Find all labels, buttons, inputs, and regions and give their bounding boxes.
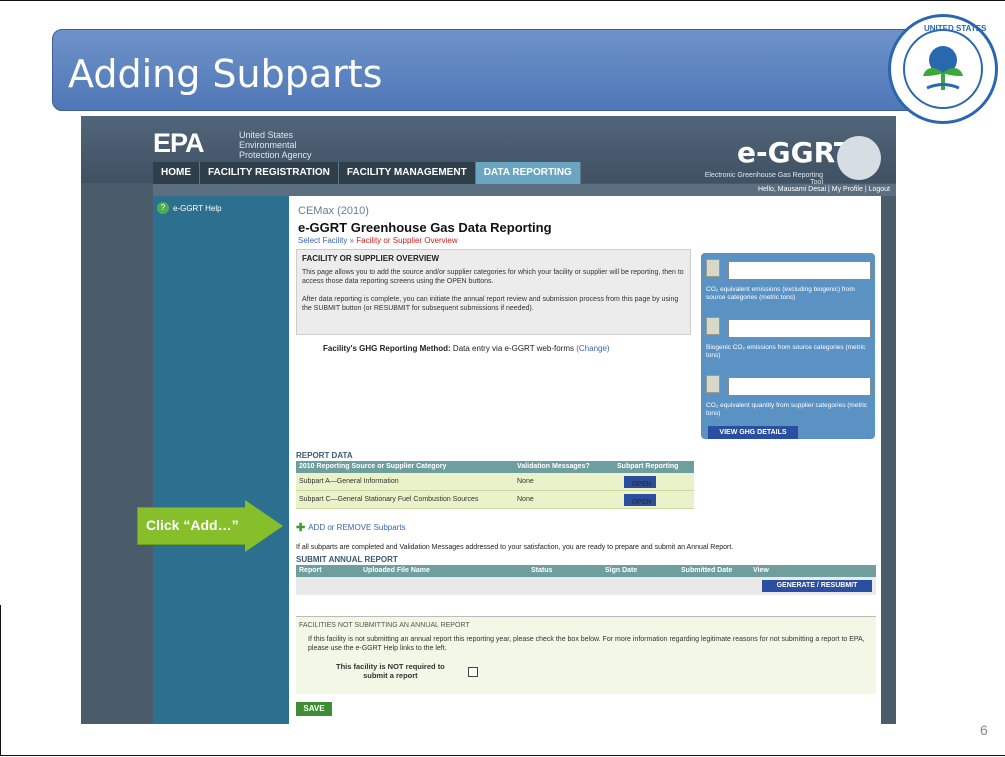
- emission-value-field: [728, 319, 871, 338]
- column-header: Status: [531, 567, 553, 574]
- calculator-icon: [706, 375, 720, 393]
- reporting-method: Facility's GHG Reporting Method: Data en…: [323, 344, 610, 353]
- nav-facility-registration[interactable]: FACILITY REGISTRATION: [200, 162, 339, 184]
- eggrt-logo: e-GGRT: [737, 136, 853, 169]
- eggrt-globe-icon: [837, 136, 881, 180]
- help-label: e-GGRT Help: [173, 203, 222, 213]
- breadcrumb-select-facility[interactable]: Select Facility: [298, 236, 347, 245]
- submit-annual-report-label: SUBMIT ANNUAL REPORT: [296, 555, 398, 564]
- slide-title: Adding Subparts: [68, 52, 383, 96]
- overview-paragraph-2: After data reporting is complete, you ca…: [302, 296, 679, 312]
- method-label: Facility's GHG Reporting Method:: [323, 344, 451, 353]
- report-table-header: 2010 Reporting Source or Supplier Catego…: [296, 461, 694, 473]
- column-header: View: [753, 567, 769, 574]
- emissions-panel: CO₂ equivalent emissions (excluding biog…: [701, 253, 875, 439]
- add-remove-label: ADD or REMOVE Subparts: [308, 523, 406, 532]
- epa-flower-icon: [907, 33, 979, 105]
- breadcrumb-overview: Facility or Supplier Overview: [356, 236, 458, 245]
- emission-label: CO₂ equivalent quantity from supplier ca…: [706, 402, 868, 417]
- emission-label: Biogenic CO₂ emissions from source categ…: [706, 344, 866, 359]
- nav-data-reporting[interactable]: DATA REPORTING: [475, 162, 581, 184]
- add-remove-subparts-link[interactable]: ✚ ADD or REMOVE Subparts: [296, 521, 406, 534]
- emission-value-field: [728, 261, 871, 280]
- column-header: Uploaded File Name: [363, 567, 430, 574]
- save-button[interactable]: SAVE: [296, 702, 332, 716]
- epa-logo[interactable]: EPA: [153, 128, 205, 159]
- report-data-label: REPORT DATA: [296, 451, 353, 460]
- user-links[interactable]: Hello, Mausami Desai | My Profile | Logo…: [758, 184, 890, 196]
- column-header: Subpart Reporting: [617, 463, 679, 470]
- facilities-text: If this facility is not submitting an an…: [308, 636, 865, 652]
- slide-frame-left: [0, 605, 1, 755]
- method-change-link[interactable]: (Change): [576, 344, 609, 353]
- epa-seal-icon: UNITED STATES: [888, 14, 998, 124]
- not-required-label: This facility is NOT required to submit …: [336, 662, 445, 680]
- seal-text-top: UNITED STATES: [924, 24, 987, 33]
- facilities-title: FACILITIES NOT SUBMITTING AN ANNUAL REPO…: [299, 622, 470, 629]
- table-row: GENERATE / RESUBMIT: [296, 577, 876, 595]
- page-title: e-GGRT Greenhouse Gas Data Reporting: [298, 220, 552, 235]
- overview-paragraph-1: This page allows you to add the source a…: [302, 269, 684, 285]
- facility-name: CEMax (2010): [298, 205, 369, 217]
- nav-facility-management[interactable]: FACILITY MANAGEMENT: [338, 162, 476, 184]
- sidebar: ? e-GGRT Help: [153, 196, 289, 724]
- category-cell: Subpart C—General Stationary Fuel Combus…: [299, 496, 479, 503]
- callout-text: Click “Add…”: [146, 517, 239, 533]
- slide-number: 6: [980, 722, 988, 738]
- validation-cell: None: [517, 478, 534, 485]
- main-nav: HOME FACILITY REGISTRATION FACILITY MANA…: [153, 162, 581, 184]
- callout-arrow-icon: [245, 500, 283, 552]
- validation-cell: None: [517, 496, 534, 503]
- facilities-not-submitting-box: FACILITIES NOT SUBMITTING AN ANNUAL REPO…: [296, 616, 876, 694]
- column-header: Report: [299, 567, 322, 574]
- report-data-table: 2010 Reporting Source or Supplier Catego…: [296, 461, 694, 509]
- generate-resubmit-button[interactable]: GENERATE / RESUBMIT: [762, 580, 872, 592]
- subparts-message: If all subparts are completed and Valida…: [296, 544, 734, 551]
- method-value: Data entry via e-GGRT web-forms: [452, 344, 574, 353]
- column-header: Submitted Date: [681, 567, 733, 574]
- help-link[interactable]: ? e-GGRT Help: [157, 202, 222, 214]
- slide-frame-top: [0, 0, 1005, 1]
- breadcrumb-separator: »: [349, 236, 355, 245]
- nav-home[interactable]: HOME: [153, 162, 200, 184]
- column-header: 2010 Reporting Source or Supplier Catego…: [299, 463, 447, 470]
- table-row: Subpart A—General Information None OPEN: [296, 473, 694, 491]
- epa-logo-subtitle: United States Environmental Protection A…: [239, 130, 312, 160]
- plus-icon: ✚: [296, 522, 306, 534]
- submit-report-table: Report Uploaded File Name Status Sign Da…: [296, 565, 876, 595]
- overview-box: FACILITY OR SUPPLIER OVERVIEW This page …: [296, 249, 691, 335]
- open-button[interactable]: OPEN: [624, 494, 656, 506]
- view-ghg-details-button[interactable]: VIEW GHG DETAILS: [708, 426, 798, 439]
- category-cell: Subpart A—General Information: [299, 478, 399, 485]
- help-icon: ?: [157, 202, 169, 214]
- overview-title: FACILITY OR SUPPLIER OVERVIEW: [302, 254, 440, 263]
- emission-value-field: [728, 377, 871, 396]
- slide-frame-bottom: [0, 755, 1005, 756]
- column-header: Validation Messages?: [517, 463, 590, 470]
- click-add-callout: Click “Add…”: [137, 500, 285, 552]
- app-screenshot: EPA United States Environmental Protecti…: [81, 116, 896, 724]
- breadcrumb: Select Facility » Facility or Supplier O…: [298, 236, 458, 245]
- calculator-icon: [706, 259, 720, 277]
- seal-inner-ring: [903, 29, 983, 109]
- not-required-checkbox[interactable]: [468, 667, 478, 677]
- calculator-icon: [706, 317, 720, 335]
- main-content: CEMax (2010) e-GGRT Greenhouse Gas Data …: [289, 196, 881, 724]
- not-required-label-line-1: This facility is NOT required to: [336, 662, 445, 671]
- column-header: Sign Date: [605, 567, 638, 574]
- submit-table-header: Report Uploaded File Name Status Sign Da…: [296, 565, 876, 577]
- table-row: Subpart C—General Stationary Fuel Combus…: [296, 491, 694, 509]
- user-bar: Hello, Mausami Desai | My Profile | Logo…: [153, 184, 896, 196]
- emission-label: CO₂ equivalent emissions (excluding biog…: [706, 286, 855, 301]
- not-required-label-line-2: submit a report: [363, 671, 418, 680]
- open-button[interactable]: OPEN: [624, 476, 656, 488]
